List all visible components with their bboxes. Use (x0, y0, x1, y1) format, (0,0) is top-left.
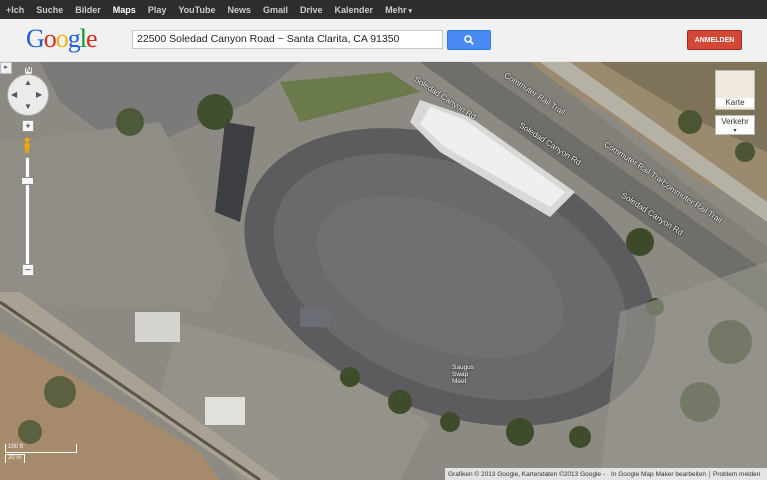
zoom-out-button[interactable]: – (22, 264, 34, 276)
map-footer: Grafiken © 2013 Google, Kartendaten ©201… (445, 468, 767, 480)
google-logo[interactable]: Google (26, 24, 98, 54)
arrow-up-icon[interactable]: ▲ (24, 78, 32, 87)
search-icon (464, 35, 474, 45)
gbar-item-suche[interactable]: Suche (30, 5, 69, 15)
gbar-item-gmail[interactable]: Gmail (257, 5, 294, 15)
scale-label-meters: 20 m (8, 455, 22, 461)
gbar-item-mehr[interactable]: Mehr (379, 5, 418, 15)
scale-bar: 100 ft 20 m (5, 444, 85, 466)
map-canvas[interactable]: Soledad Canyon Rd Soledad Canyon Rd Sole… (0, 62, 767, 480)
gbar-item-maps[interactable]: Maps (107, 5, 142, 15)
map-maker-link[interactable]: In Google Map Maker bearbeiten (608, 471, 709, 478)
arrow-down-icon[interactable]: ▼ (24, 102, 32, 111)
arrow-right-icon[interactable]: ▶ (36, 90, 42, 99)
google-bar: +Ich Suche Bilder Maps Play YouTube News… (0, 0, 767, 19)
panel-toggle-button[interactable]: ▸ (0, 62, 12, 74)
scale-label-feet: 100 ft (8, 444, 24, 450)
search-input[interactable]: 22500 Soledad Canyon Road ~ Santa Clarit… (132, 30, 443, 49)
gbar-item-bilder[interactable]: Bilder (69, 5, 107, 15)
gbar-item-play[interactable]: Play (142, 5, 173, 15)
attribution-text: Grafiken © 2013 Google, Kartendaten ©201… (448, 470, 606, 478)
gbar-item-drive[interactable]: Drive (294, 5, 329, 15)
traffic-layer-button[interactable]: Verkehr ▾ (715, 115, 755, 135)
pegman-icon[interactable] (22, 137, 32, 153)
gbar-item-kalender[interactable]: Kalender (329, 5, 380, 15)
karte-label: Karte (716, 98, 754, 107)
gbar-item-ich[interactable]: +Ich (0, 5, 30, 15)
signin-button[interactable]: ANMELDEN (687, 30, 742, 50)
zoom-slider-handle[interactable] (21, 177, 34, 185)
pan-control[interactable]: N ▲ ▼ ◀ ▶ (7, 67, 49, 116)
satellite-imagery (0, 62, 767, 480)
zoom-in-button[interactable]: + (22, 120, 34, 132)
search-button[interactable] (447, 30, 491, 50)
arrow-left-icon[interactable]: ◀ (11, 90, 17, 99)
north-label: N (25, 67, 33, 74)
map-type-karte-button[interactable]: Karte (715, 70, 755, 110)
gbar-item-youtube[interactable]: YouTube (172, 5, 221, 15)
verkehr-label: Verkehr (721, 117, 749, 126)
report-problem-link[interactable]: Problem melden (709, 470, 763, 478)
zoom-slider-track[interactable] (25, 157, 30, 272)
place-label-swap-meet[interactable]: Saugus Swap Meet (452, 364, 484, 385)
chevron-down-icon: ▾ (733, 128, 737, 134)
gbar-item-news[interactable]: News (222, 5, 258, 15)
header: Google 22500 Soledad Canyon Road ~ Santa… (0, 19, 767, 62)
